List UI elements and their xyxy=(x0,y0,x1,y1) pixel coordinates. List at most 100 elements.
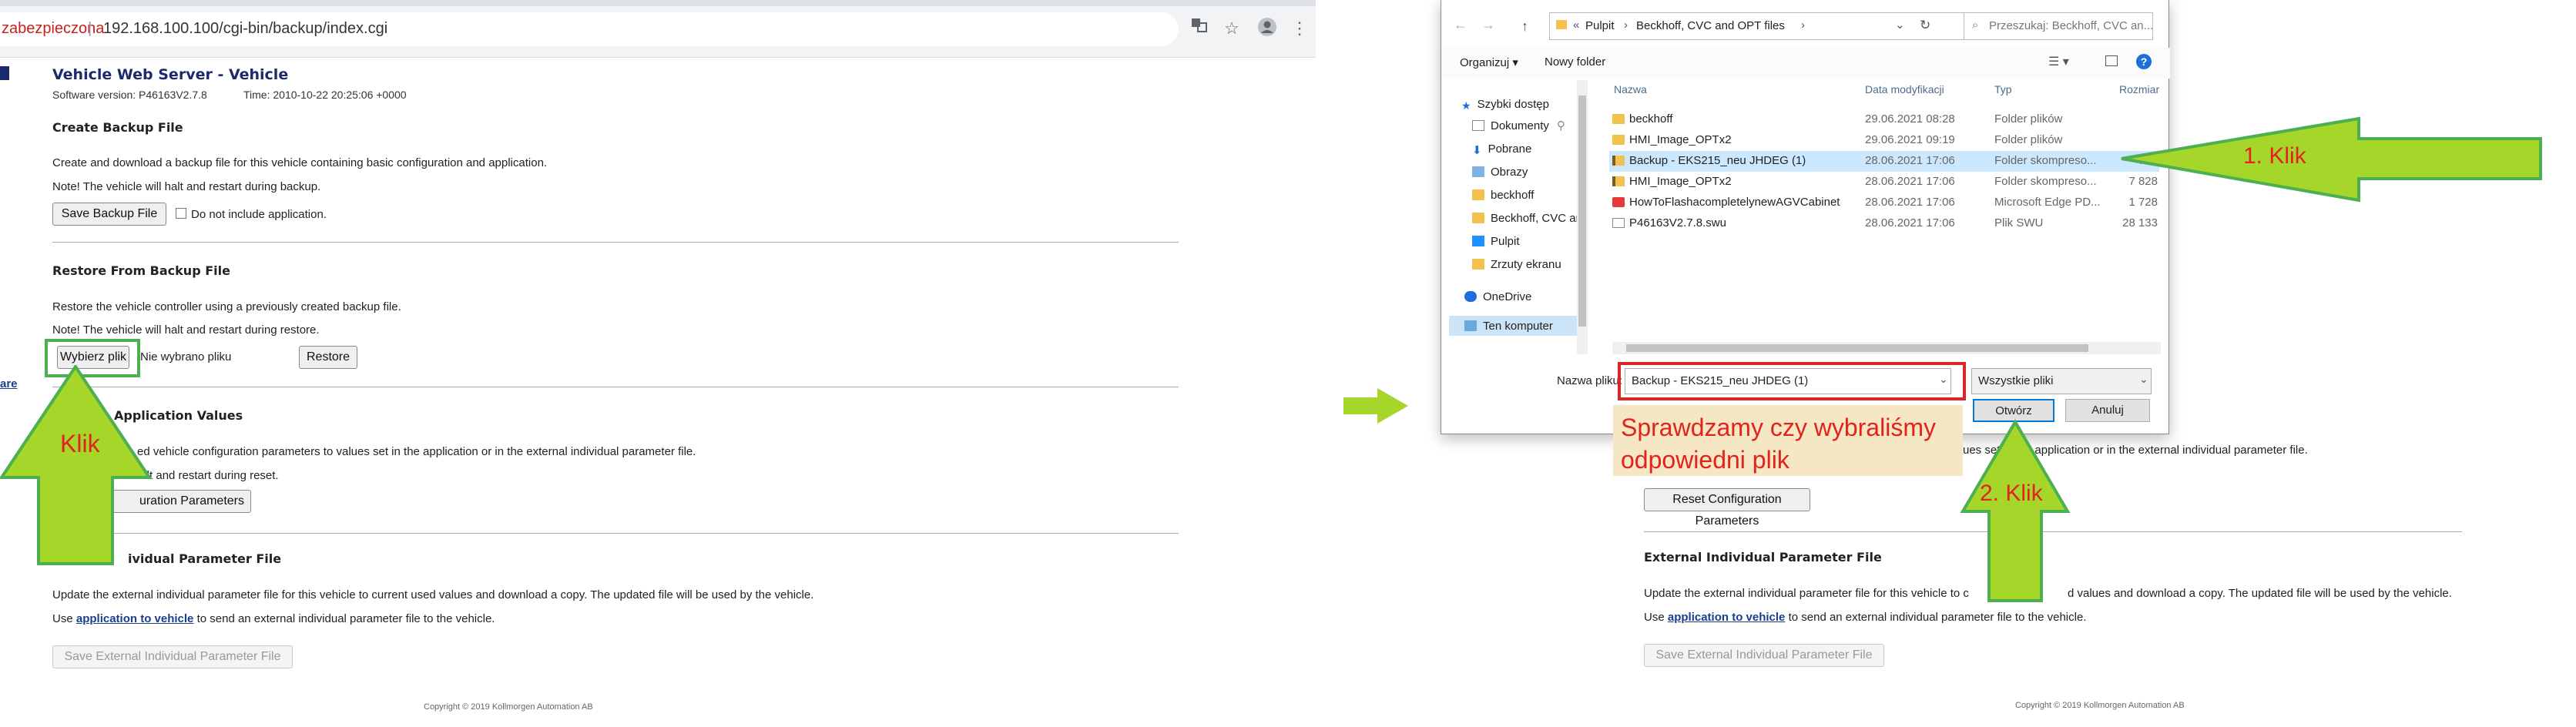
left-arrow-annotation xyxy=(2121,116,2542,203)
nav-up-icon[interactable]: ↑ xyxy=(1521,18,1528,35)
restore-button[interactable]: Restore xyxy=(299,346,357,369)
address-bar[interactable]: zabezpieczona | 192.168.100.100/cgi-bin/… xyxy=(0,12,1179,46)
folder-icon xyxy=(1612,135,1625,145)
right-save-external-button[interactable]: Save External Individual Parameter File xyxy=(1644,644,1884,667)
search-icon: ⌕ xyxy=(1972,18,1979,32)
file-type: Folder skompreso... xyxy=(1994,154,2097,167)
nav-beckhoff[interactable]: beckhoff xyxy=(1472,186,1534,205)
file-row[interactable]: HMI_Image_OPTx2 29.06.2021 09:19 Folder … xyxy=(1609,130,2159,151)
nav-scrollbar-thumb[interactable] xyxy=(1578,95,1586,327)
next-step-arrow xyxy=(1343,388,1408,424)
translate-icon[interactable] xyxy=(1188,17,1211,40)
klik-1-label: 1. Klik xyxy=(2243,143,2306,169)
path-chevron-icon: « xyxy=(1573,18,1580,32)
save-backup-button[interactable]: Save Backup File xyxy=(52,203,166,226)
nav-onedrive[interactable]: OneDrive xyxy=(1464,288,1531,307)
klik-label: Klik xyxy=(60,430,100,457)
folder-icon xyxy=(1472,189,1484,200)
filter-dropdown-icon[interactable]: ⌄ xyxy=(2139,373,2148,386)
profile-icon[interactable] xyxy=(1256,17,1279,40)
star-icon[interactable]: ☆ xyxy=(1220,17,1243,40)
file-icon xyxy=(1612,218,1625,228)
more-icon[interactable]: ⋮ xyxy=(1288,17,1311,40)
tab-strip xyxy=(0,0,1316,6)
file-date: 29.06.2021 08:28 xyxy=(1865,112,1955,126)
column-date[interactable]: Data modyfikacji xyxy=(1865,83,1944,95)
horizontal-scrollbar[interactable] xyxy=(1612,342,2161,354)
file-date: 28.06.2021 17:06 xyxy=(1865,196,1955,209)
nav-label: Dokumenty xyxy=(1491,119,1549,132)
create-backup-desc: Create and download a backup file for th… xyxy=(52,156,548,169)
column-size[interactable]: Rozmiar xyxy=(2119,83,2159,95)
nav-beckhoff-cvc[interactable]: Beckhoff, CVC ar xyxy=(1472,209,1580,228)
document-icon xyxy=(1472,120,1484,131)
nav-label: Zrzuty ekranu xyxy=(1491,258,1561,271)
file-name: HowToFlashacompletelynewAGVCabinet xyxy=(1629,196,1840,209)
cloud-icon xyxy=(1464,291,1477,302)
page-title: Vehicle Web Server - Vehicle xyxy=(52,66,289,83)
logo-fragment xyxy=(0,66,9,80)
file-type-filter[interactable]: Wszystkie pliki xyxy=(1971,368,2152,394)
organize-label[interactable]: Organizuj xyxy=(1460,56,1509,69)
nav-screenshots[interactable]: Zrzuty ekranu xyxy=(1472,256,1561,274)
nav-desktop[interactable]: Pulpit xyxy=(1472,233,1520,251)
cancel-button[interactable]: Anuluj xyxy=(2065,399,2150,422)
file-row[interactable]: HMI_Image_OPTx2 28.06.2021 17:06 Folder … xyxy=(1609,172,2159,193)
file-row[interactable]: P46163V2.7.8.swu 28.06.2021 17:06 Plik S… xyxy=(1609,213,2159,234)
klik-2-label: 2. Klik xyxy=(1980,481,2043,506)
restore-note: Note! The vehicle will halt and restart … xyxy=(52,323,320,337)
exclude-application-checkbox[interactable] xyxy=(176,208,186,219)
path-segment-folder[interactable]: Beckhoff, CVC and OPT files xyxy=(1636,19,1785,32)
column-type[interactable]: Typ xyxy=(1994,83,2012,95)
help-icon[interactable]: ? xyxy=(2136,54,2152,69)
filename-highlight xyxy=(1618,362,1966,400)
view-options-icon[interactable]: ☰ ▾ xyxy=(2048,54,2069,69)
copyright: Copyright © 2019 Kollmorgen Automation A… xyxy=(424,702,593,712)
check-file-note-text: Sprawdzamy czy wybraliśmy odpowiedni pli… xyxy=(1621,414,1936,474)
nav-downloads[interactable]: ⬇ Pobrane xyxy=(1472,140,1531,159)
file-name: P46163V2.7.8.swu xyxy=(1629,216,1726,229)
save-external-button[interactable]: Save External Individual Parameter File xyxy=(52,645,293,668)
pdf-icon xyxy=(1612,197,1625,207)
path-dropdown-icon[interactable]: ⌄ xyxy=(1895,18,1905,32)
refresh-icon[interactable]: ↻ xyxy=(1920,18,1930,33)
path-segment-desktop[interactable]: Pulpit xyxy=(1585,19,1615,32)
nav-scrollbar[interactable] xyxy=(1577,80,1588,354)
file-row[interactable]: HowToFlashacompletelynewAGVCabinet 28.06… xyxy=(1609,193,2159,213)
column-name[interactable]: Nazwa xyxy=(1614,83,1647,95)
horizontal-scrollbar-thumb[interactable] xyxy=(1626,344,2088,352)
file-name: HMI_Image_OPTx2 xyxy=(1629,175,1732,188)
up-arrow-annotation-2 xyxy=(1960,419,2071,602)
nav-documents[interactable]: Dokumenty ⚲ xyxy=(1472,117,1565,136)
nav-pictures[interactable]: Obrazy xyxy=(1472,163,1528,182)
path-chevron-icon: › xyxy=(1801,18,1805,32)
right-reset-config-button[interactable]: Reset Configuration Parameters xyxy=(1644,488,1810,528)
star-icon: ★ xyxy=(1461,99,1471,112)
file-row[interactable]: beckhoff 29.06.2021 08:28 Folder plików xyxy=(1609,109,2159,130)
nav-quick-access[interactable]: ★ Szybki dostęp xyxy=(1461,95,1549,114)
download-icon: ⬇ xyxy=(1472,144,1482,157)
search-placeholder[interactable]: Przeszukaj: Beckhoff, CVC an... xyxy=(1989,19,2153,32)
right-external-use-line: Use application to vehicle to send an ex… xyxy=(1644,611,2086,624)
url-text[interactable]: 192.168.100.100/cgi-bin/backup/index.cgi xyxy=(103,20,387,38)
nav-this-pc[interactable]: Ten komputer xyxy=(1464,317,1553,336)
divider xyxy=(52,533,1179,534)
preview-pane-icon[interactable] xyxy=(2105,55,2118,66)
application-to-vehicle-link[interactable]: application to vehicle xyxy=(76,612,194,625)
check-file-note: Sprawdzamy czy wybraliśmy odpowiedni pli… xyxy=(1613,405,1963,476)
organize-menu[interactable]: Organizuj ▾ xyxy=(1460,55,1518,69)
file-row-selected[interactable]: Backup - EKS215_neu JHDEG (1) 28.06.2021… xyxy=(1609,151,2159,172)
nav-label: Szybki dostęp xyxy=(1477,98,1549,111)
zip-folder-icon xyxy=(1612,156,1625,166)
search-box[interactable]: ⌕ Przeszukaj: Beckhoff, CVC an... xyxy=(1964,12,2153,40)
right-use-prefix: Use xyxy=(1644,611,1665,624)
right-application-to-vehicle-link[interactable]: application to vehicle xyxy=(1668,611,1786,624)
new-folder-button[interactable]: Nowy folder xyxy=(1545,55,1605,69)
nav-label: beckhoff xyxy=(1491,189,1535,202)
file-date: 28.06.2021 17:06 xyxy=(1865,175,1955,188)
picture-icon xyxy=(1472,166,1484,177)
nav-label: Obrazy xyxy=(1491,166,1528,179)
file-type: Plik SWU xyxy=(1994,216,2044,229)
nav-back-forward-icons[interactable]: ←→ xyxy=(1454,17,1509,33)
path-bar[interactable]: « Pulpit › Beckhoff, CVC and OPT files ›… xyxy=(1549,12,2014,40)
